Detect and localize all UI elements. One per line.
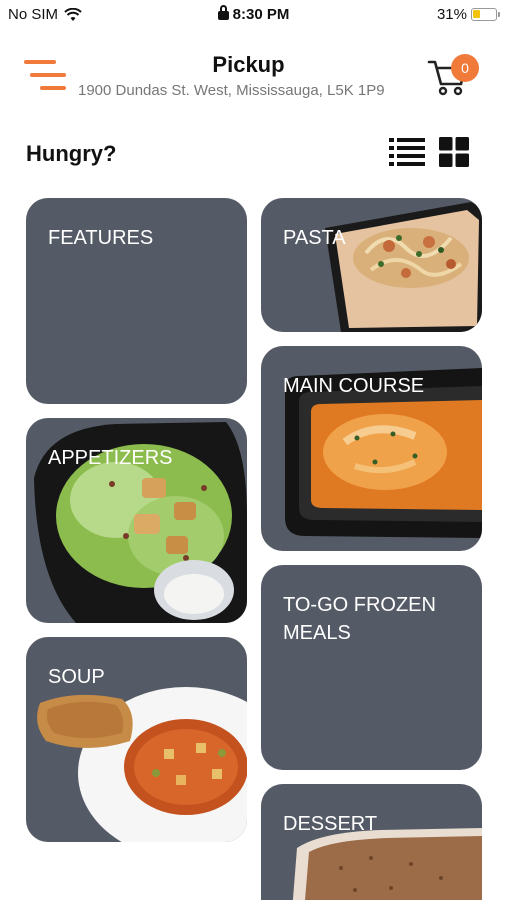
category-label: TO-GO FROZEN MEALS xyxy=(283,594,436,644)
category-tile-soup[interactable]: SOUP xyxy=(26,637,247,842)
battery-indicator: 31% xyxy=(436,6,500,23)
header-title-block[interactable]: Pickup xyxy=(70,52,427,78)
lock-icon xyxy=(217,5,229,20)
battery-icon xyxy=(471,8,500,21)
category-label: APPETIZERS xyxy=(48,447,173,469)
category-tile-dessert[interactable]: DESSERT xyxy=(261,784,482,900)
cart-button[interactable]: 0 xyxy=(427,54,479,98)
section-title: Hungry? xyxy=(26,141,117,166)
pickup-address[interactable]: 1900 Dundas St. West, Mississauga, L5K 1… xyxy=(78,82,385,99)
category-label: SOUP xyxy=(48,666,105,688)
menu-icon[interactable] xyxy=(24,56,72,96)
battery-percent: 31% xyxy=(436,6,467,23)
category-tile-appetizers[interactable]: APPETIZERS xyxy=(26,418,247,623)
category-tile-main-course[interactable]: MAIN COURSE xyxy=(261,346,482,551)
dessert-photo xyxy=(292,828,482,900)
category-tile-pasta[interactable]: PASTA xyxy=(261,198,482,332)
category-label: PASTA xyxy=(283,227,346,249)
grid-view-icon[interactable] xyxy=(439,137,469,167)
app-header: Pickup 1900 Dundas St. West, Mississauga… xyxy=(0,40,507,110)
battery-fill xyxy=(473,10,480,18)
category-label: FEATURES xyxy=(48,227,154,249)
status-bar: No SIM 8:30 PM 31% xyxy=(0,0,507,30)
category-label: MAIN COURSE xyxy=(283,375,425,397)
soup-photo xyxy=(37,687,247,842)
page-title: Pickup xyxy=(212,52,285,77)
category-tile-to-go-frozen-meals[interactable]: TO-GO FROZEN MEALS xyxy=(261,565,482,770)
status-time: 8:30 PM xyxy=(0,5,507,23)
time-label: 8:30 PM xyxy=(232,6,290,23)
list-view-icon[interactable] xyxy=(389,137,425,167)
cart-count-badge: 0 xyxy=(451,54,479,82)
category-label: DESSERT xyxy=(283,813,378,835)
pasta-photo xyxy=(325,202,482,332)
category-tile-features[interactable]: FEATURES xyxy=(26,198,247,404)
